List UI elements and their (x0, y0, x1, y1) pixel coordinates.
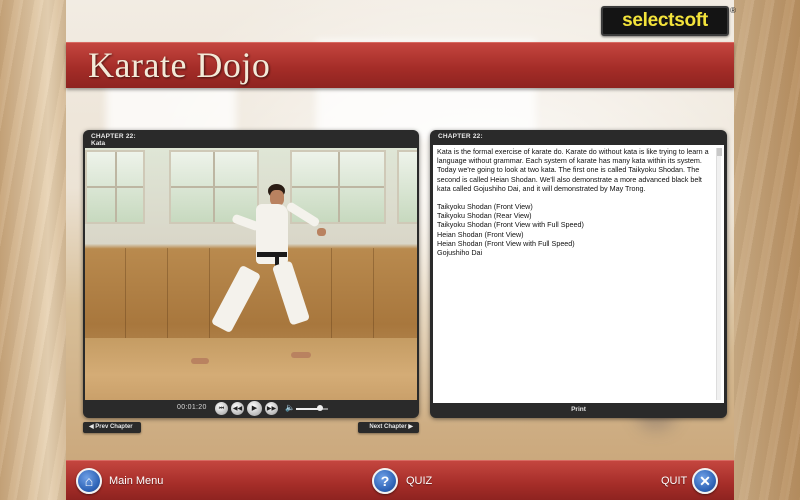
kata-link[interactable]: Taikyoku Shodan (Front View) (437, 202, 715, 211)
video-chapter-title: Kata (91, 140, 106, 147)
next-chapter-button[interactable]: Next Chapter ▶ (358, 422, 419, 433)
kata-link[interactable]: Taikyoku Shodan (Rear View) (437, 211, 715, 220)
video-controls: 00:01:20 ⏮ ◀◀ ▶ ▶▶ 🔈 (85, 401, 417, 416)
volume-handle[interactable] (317, 405, 323, 411)
video-player[interactable] (85, 148, 417, 400)
close-icon[interactable]: ✕ (692, 468, 718, 494)
video-panel: CHAPTER 22: Kata 00:01:20 ⏮ ◀◀ ▶ ▶▶ 🔈 (83, 130, 419, 418)
kata-list: Taikyoku Shodan (Front View) Taikyoku Sh… (437, 202, 715, 257)
timecode: 00:01:20 (177, 404, 207, 411)
footer-bar (66, 460, 734, 500)
dojo-window (169, 150, 259, 224)
chapter-text-panel: CHAPTER 22: Kata is the formal exercise … (430, 130, 727, 418)
volume-slider[interactable] (296, 405, 328, 411)
app-title: Karate Dojo (88, 45, 271, 85)
speaker-icon[interactable]: 🔈 (285, 403, 295, 412)
print-button[interactable]: Print (430, 404, 727, 416)
rewind-icon[interactable]: ◀◀ (231, 402, 244, 415)
brand-name: selectsoft (622, 10, 708, 31)
kata-link[interactable]: Heian Shodan (Front View) (437, 230, 715, 239)
home-icon[interactable]: ⌂ (76, 468, 102, 494)
kata-link[interactable]: Taikyoku Shodan (Front View with Full Sp… (437, 220, 715, 229)
play-icon[interactable]: ▶ (247, 401, 262, 416)
dojo-floor (85, 338, 417, 400)
text-scrollbar[interactable] (716, 148, 722, 400)
fast-forward-icon[interactable]: ▶▶ (265, 402, 278, 415)
prev-chapter-button[interactable]: ◀ Prev Chapter (83, 422, 141, 433)
dojo-window (397, 150, 417, 224)
kata-link[interactable]: Heian Shodan (Front View with Full Speed… (437, 239, 715, 248)
skip-back-icon[interactable]: ⏮ (215, 402, 228, 415)
kata-link[interactable]: Gojushiho Dai (437, 248, 715, 257)
chapter-description: Kata is the formal exercise of karate do… (437, 147, 709, 193)
dojo-window (85, 150, 145, 224)
text-chapter-label: CHAPTER 22: (438, 133, 483, 140)
quiz-label[interactable]: QUIZ (406, 473, 432, 489)
scrollbar-thumb[interactable] (717, 148, 722, 156)
video-chapter-label: CHAPTER 22: (91, 133, 136, 140)
registered-mark: ® (730, 6, 736, 15)
chapter-description-area[interactable]: Kata is the formal exercise of karate do… (433, 145, 724, 403)
question-icon[interactable]: ? (372, 468, 398, 494)
quit-label[interactable]: QUIT (661, 473, 687, 489)
main-menu-label[interactable]: Main Menu (109, 473, 163, 489)
selectsoft-logo: selectsoft ® (601, 6, 736, 36)
